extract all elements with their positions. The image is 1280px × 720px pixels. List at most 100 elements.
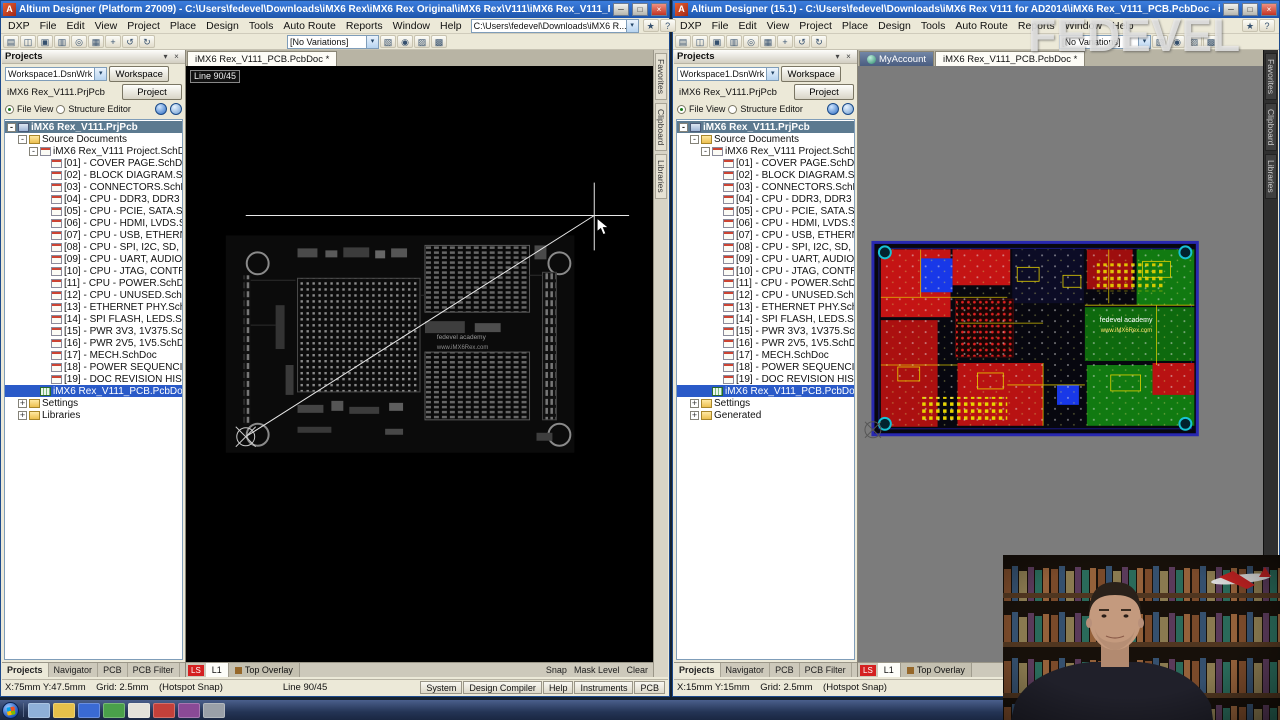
- project-name-field[interactable]: iMX6 Rex_V111.PrjPcb: [5, 86, 120, 99]
- layer-tab[interactable]: L1: [205, 663, 229, 677]
- menu-item[interactable]: Design: [201, 18, 244, 34]
- print-icon[interactable]: ▥: [726, 35, 742, 48]
- status-panel-button[interactable]: Help: [542, 680, 574, 694]
- tree-item[interactable]: [16] - PWR 2V5, 1V5.SchDoc: [677, 337, 854, 349]
- tree-item[interactable]: [07] - CPU - USB, ETHERNET: [677, 229, 854, 241]
- minimize-button[interactable]: ─: [1223, 3, 1239, 16]
- undo-icon[interactable]: ↺: [794, 35, 810, 48]
- help-icon[interactable]: ?: [1259, 19, 1275, 32]
- tree-item[interactable]: [19] - DOC REVISION HISTO: [5, 373, 182, 385]
- menu-item[interactable]: DXP: [675, 18, 707, 34]
- tree-expand-icon[interactable]: [712, 351, 721, 360]
- variations-combo[interactable]: [No Variations] ▾: [287, 34, 379, 49]
- tree-expand-icon[interactable]: [712, 207, 721, 216]
- tree-item[interactable]: [05] - CPU - PCIE, SATA.Sch: [677, 205, 854, 217]
- tree-item[interactable]: [14] - SPI FLASH, LEDS.SchD: [5, 313, 182, 325]
- menu-item[interactable]: Tools: [916, 18, 951, 34]
- print-icon[interactable]: ▥: [54, 35, 70, 48]
- file-view-radio[interactable]: [677, 104, 686, 114]
- tree-expand-icon[interactable]: [29, 387, 38, 396]
- workspace-combo[interactable]: Workspace1.DsnWrk ▾: [5, 67, 108, 81]
- menu-item[interactable]: Edit: [734, 18, 762, 34]
- grid-icon[interactable]: ▩: [1203, 35, 1219, 48]
- tree-expand-icon[interactable]: [40, 183, 49, 192]
- new-document-icon[interactable]: ▤: [675, 35, 691, 48]
- side-panel-tab[interactable]: Libraries: [1265, 154, 1277, 199]
- open-document-icon[interactable]: ◫: [692, 35, 708, 48]
- menu-item[interactable]: DXP: [3, 18, 35, 34]
- menu-item[interactable]: Auto Route: [950, 18, 1013, 34]
- tree-item[interactable]: [01] - COVER PAGE.SchDoc: [5, 157, 182, 169]
- project-button[interactable]: Project: [122, 84, 182, 100]
- menu-item[interactable]: Edit: [62, 18, 90, 34]
- maximize-button[interactable]: □: [632, 3, 648, 16]
- status-panel-button[interactable]: Instruments: [574, 680, 634, 694]
- taskbar-app-tools[interactable]: [203, 702, 225, 718]
- tree-item[interactable]: + Generated: [677, 409, 854, 421]
- project-button[interactable]: Project: [794, 84, 854, 100]
- panel-tab[interactable]: Navigator: [721, 663, 771, 677]
- status-panel-button[interactable]: Design Compiler: [463, 680, 542, 694]
- tree-expand-icon[interactable]: -: [701, 146, 710, 156]
- menu-item[interactable]: File: [707, 18, 734, 34]
- panel-close-icon[interactable]: ×: [843, 52, 854, 61]
- panel-tab[interactable]: Projects: [2, 663, 49, 677]
- route-icon[interactable]: ▨: [414, 35, 430, 48]
- taskbar-app-media[interactable]: [103, 702, 125, 718]
- layer-set-chip[interactable]: LS: [188, 664, 204, 676]
- panel-tab[interactable]: Projects: [674, 663, 721, 677]
- variations-combo[interactable]: [No Variations] ▾: [1059, 34, 1151, 49]
- tree-item[interactable]: [06] - CPU - HDMI, LVDS.Sch: [677, 217, 854, 229]
- structure-editor-radio[interactable]: [728, 104, 738, 114]
- tree-expand-icon[interactable]: [712, 291, 721, 300]
- tree-item[interactable]: [03] - CONNECTORS.SchDoc: [677, 181, 854, 193]
- tree-expand-icon[interactable]: +: [18, 410, 27, 420]
- side-panel-tab[interactable]: Favorites: [1265, 53, 1277, 100]
- tree-expand-icon[interactable]: [40, 255, 49, 264]
- tree-item[interactable]: + Libraries: [5, 409, 182, 421]
- tree-expand-icon[interactable]: [701, 387, 710, 396]
- workspace-button[interactable]: Workspace: [109, 66, 170, 82]
- menu-item[interactable]: Reports: [341, 18, 388, 34]
- tree-expand-icon[interactable]: +: [690, 398, 699, 408]
- minimize-button[interactable]: ─: [613, 3, 629, 16]
- save-icon[interactable]: ▣: [37, 35, 53, 48]
- taskbar-app-notes[interactable]: [128, 702, 150, 718]
- panel-tab[interactable]: PCB: [98, 663, 128, 677]
- tree-expand-icon[interactable]: [712, 339, 721, 348]
- tree-item[interactable]: [03] - CONNECTORS.SchDoc: [5, 181, 182, 193]
- panel-menu-icon[interactable]: ▾: [160, 52, 171, 61]
- place-component-icon[interactable]: ◉: [1169, 35, 1185, 48]
- tree-item[interactable]: [13] - ETHERNET PHY.SchDo: [677, 301, 854, 313]
- panel-menu-icon[interactable]: ▾: [832, 52, 843, 61]
- tree-expand-icon[interactable]: [712, 219, 721, 228]
- tree-item[interactable]: + Settings: [5, 397, 182, 409]
- tree-expand-icon[interactable]: [712, 255, 721, 264]
- undo-icon[interactable]: ↺: [122, 35, 138, 48]
- tree-expand-icon[interactable]: [40, 243, 49, 252]
- layer-tab[interactable]: Top Overlay: [900, 663, 972, 677]
- new-document-icon[interactable]: ▤: [3, 35, 19, 48]
- tree-item[interactable]: [15] - PWR 3V3, 1V375.SchDo: [677, 325, 854, 337]
- side-panel-tab[interactable]: Favorites: [655, 53, 667, 100]
- menu-item[interactable]: Window: [388, 18, 435, 34]
- tree-item[interactable]: [04] - CPU - DDR3, DDR3 MEM: [5, 193, 182, 205]
- tree-expand-icon[interactable]: +: [18, 398, 27, 408]
- tree-expand-icon[interactable]: [40, 279, 49, 288]
- tree-item[interactable]: [09] - CPU - UART, AUDIO.Sc: [677, 253, 854, 265]
- tree-item[interactable]: iMX6 Rex_V111_PCB.PcbDoc *: [5, 385, 182, 397]
- tree-expand-icon[interactable]: [40, 327, 49, 336]
- tree-expand-icon[interactable]: [712, 183, 721, 192]
- tree-expand-icon[interactable]: [40, 339, 49, 348]
- panel-settings-icon[interactable]: [842, 103, 854, 115]
- tree-expand-icon[interactable]: [712, 159, 721, 168]
- clear-button[interactable]: Clear: [626, 665, 648, 675]
- close-button[interactable]: ×: [651, 3, 667, 16]
- dropdown-arrow-icon[interactable]: ▾: [94, 68, 107, 80]
- panel-tab[interactable]: PCB Filter: [800, 663, 852, 677]
- taskbar-app-explorer[interactable]: [28, 702, 50, 718]
- zoom-icon[interactable]: ◎: [71, 35, 87, 48]
- tree-item[interactable]: [18] - POWER SEQUENCING: [5, 361, 182, 373]
- layer-tab[interactable]: L1: [877, 663, 901, 677]
- zoom-icon[interactable]: ◎: [743, 35, 759, 48]
